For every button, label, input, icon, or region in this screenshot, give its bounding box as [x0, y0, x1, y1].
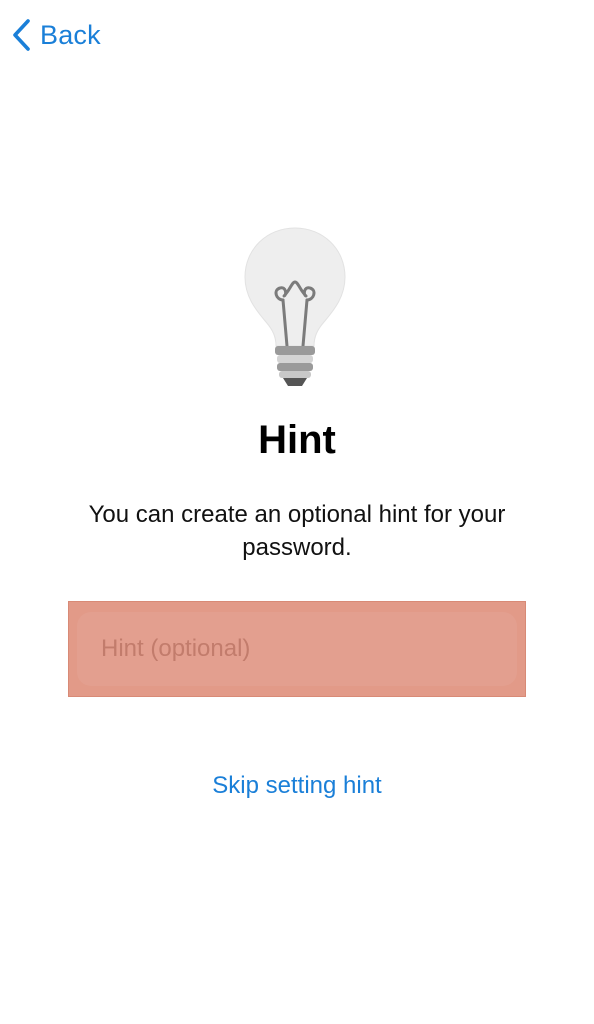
lightbulb-icon: [240, 226, 350, 390]
page-title: Hint: [258, 418, 336, 462]
page-description: You can create an optional hint for your…: [88, 501, 506, 561]
back-button[interactable]: Back: [10, 12, 101, 58]
chevron-left-icon: [10, 15, 34, 55]
skip-hint-link[interactable]: Skip setting hint: [0, 772, 594, 800]
hint-input[interactable]: [77, 612, 517, 686]
back-label: Back: [40, 19, 101, 50]
hint-field-highlight: [68, 601, 526, 697]
hint-screen: Back Hint You can create an optional hin…: [0, 0, 594, 1024]
